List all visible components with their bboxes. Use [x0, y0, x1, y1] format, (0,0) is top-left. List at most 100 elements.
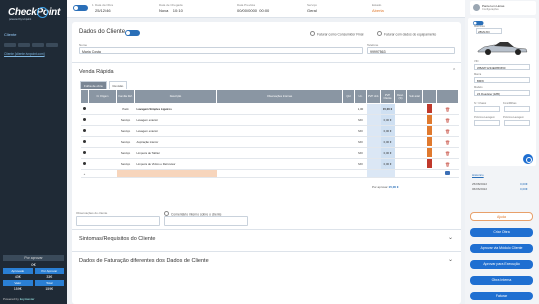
cell-client-price[interactable]: 0,00 € [380, 125, 395, 137]
cell-internal-notes[interactable] [216, 147, 343, 159]
new-row-cell[interactable] [422, 169, 437, 178]
cell-description[interactable]: Lavagem exterior [134, 114, 217, 126]
new-row-cell[interactable] [436, 169, 459, 178]
radio-final-consumer[interactable]: Faturar como Consumidor Final [310, 31, 363, 37]
cell-client-price[interactable]: 0,00 € [380, 147, 395, 159]
pick-item-button[interactable] [445, 171, 450, 175]
sector-field[interactable]: Serviço Geral [307, 3, 317, 13]
history-link[interactable]: Histórico [472, 173, 484, 177]
cell-internal-notes[interactable] [216, 103, 343, 115]
invoice-button[interactable]: Faturar [470, 292, 533, 300]
cell-quantity[interactable] [342, 136, 355, 148]
billing-section[interactable]: Dados de Faturação diferentes dos Dados … [72, 251, 461, 269]
delete-row-icon[interactable]: 🗑 [445, 140, 450, 145]
cell-internal-notes[interactable] [216, 158, 343, 170]
sidebar-client-link[interactable]: Cliente [cliente.ivnpoint.com] [4, 52, 45, 56]
client-toggle[interactable] [125, 30, 140, 36]
app-logo[interactable]: CheckPoint powered by ivnpoint [6, 4, 61, 24]
table-row[interactable]: Serviço Lavagem exterior MO 0,00 € 🗑 [80, 114, 459, 126]
radio-equipment-data[interactable]: Faturar com dados do equipamento [377, 31, 436, 37]
delete-row-icon[interactable]: 🗑 [445, 151, 450, 156]
expected-date-field[interactable]: Data Prevista 00/00/0000 00:00 [237, 3, 269, 13]
history-amount-2[interactable]: 0,00€ [520, 187, 528, 191]
vin-input[interactable]: WBA871234E0856650 [474, 64, 530, 70]
plate-input[interactable]: 28MLXD [476, 28, 502, 34]
delete-row-icon[interactable]: 🗑 [445, 129, 450, 134]
help-button[interactable]: Ajuda [470, 212, 533, 221]
table-row[interactable]: Serviço Limpeza de Vidros e Retrovisor MO 0… [80, 158, 459, 170]
cell-quantity[interactable] [342, 103, 355, 115]
chassis-input[interactable] [474, 106, 500, 112]
delete-row-icon[interactable]: 🗑 [445, 118, 450, 123]
row-status-dot [83, 162, 86, 165]
new-row-cell[interactable] [342, 169, 355, 178]
symptoms-expand-icon[interactable]: ⌄ [448, 234, 453, 241]
user-settings-link[interactable]: Configurações [482, 8, 499, 11]
cell-description[interactable]: Limpeza de Vidros e Retrovisor [134, 158, 217, 170]
new-row-cell[interactable] [366, 169, 381, 178]
document-toggle[interactable] [73, 5, 88, 11]
sidebar-button-3[interactable] [32, 43, 44, 47]
delete-row-icon[interactable]: 🗑 [445, 107, 450, 112]
status-field[interactable]: Estado Aberta [372, 3, 384, 13]
cell-description[interactable]: Limpeza de Tablier [134, 147, 217, 159]
cell-client-price[interactable]: 15,00 € [380, 103, 395, 115]
new-row-cell[interactable] [394, 169, 407, 178]
brand-input[interactable]: BMW [474, 77, 530, 83]
approve-execution-button[interactable]: Aprovar para Execução [470, 260, 533, 269]
doc-date-field[interactable]: Data da Obra 25/12/46 [95, 3, 113, 13]
model-input[interactable]: Z4 Roadster (E85) [474, 90, 530, 96]
cell-internal-notes[interactable] [216, 136, 343, 148]
new-row-cell[interactable] [134, 169, 217, 178]
cell-internal-notes[interactable] [216, 125, 343, 137]
client-phone-input[interactable]: 99997563 [367, 47, 455, 54]
new-row-cell[interactable] [216, 169, 343, 178]
quick-sale-collapse-icon[interactable]: ⌃ [452, 68, 456, 74]
internal-comment-input[interactable] [164, 216, 248, 226]
new-row[interactable]: + [80, 169, 459, 178]
new-row-cell[interactable]: + [80, 169, 89, 178]
add-row-icon[interactable]: + [84, 172, 86, 176]
new-row-cell[interactable] [354, 169, 367, 178]
next-wash-input[interactable] [474, 120, 500, 126]
cell-client-price[interactable]: 0,00 € [380, 114, 395, 126]
cell-description[interactable]: Aspiração interior [134, 136, 217, 148]
next-wash-input-2[interactable] [504, 120, 530, 126]
origin-field[interactable]: Data de Chegada Nova 10:10 [159, 3, 183, 13]
billing-expand-icon[interactable]: ⌄ [448, 256, 453, 263]
payment-summary: Por aprovar 0€ Aprovado 43€ Por Aprovar … [0, 255, 67, 292]
new-row-cell[interactable] [406, 169, 423, 178]
table-row[interactable]: Serviço Aspiração interior MO 0,00 € 🗑 [80, 136, 459, 148]
delete-row-icon[interactable]: 🗑 [445, 162, 450, 167]
cell-unit-price [366, 136, 381, 148]
client-name-input[interactable]: Maria Costa [79, 47, 363, 54]
create-work-button[interactable]: Criar Obra [470, 228, 533, 237]
cell-client-price[interactable]: 0,00 € [380, 136, 395, 148]
cell-quantity[interactable] [342, 158, 355, 170]
kms-input[interactable] [504, 106, 530, 112]
sidebar-button-4[interactable] [46, 43, 58, 47]
cell-client-price[interactable]: 0,00 € [380, 158, 395, 170]
new-row-cell[interactable] [380, 169, 395, 178]
history-amount-1[interactable]: 0,00€ [520, 182, 528, 186]
table-row[interactable]: Serviço Limpeza de Tablier MO 0,00 € 🗑 [80, 147, 459, 159]
sidebar-button-2[interactable] [18, 43, 30, 47]
approve-client-module-button[interactable]: Aprovar via Módulo Cliente [470, 244, 533, 253]
table-row[interactable]: Serviço Lavagem exterior MO 0,00 € 🗑 [80, 125, 459, 137]
cell-description[interactable]: Lavagem Simples Ligeiros [134, 103, 217, 115]
cell-quantity[interactable] [342, 147, 355, 159]
cell-quantity[interactable] [342, 125, 355, 137]
client-observations-input[interactable] [76, 216, 160, 226]
internal-work-button[interactable]: Obra Interna [470, 276, 533, 285]
floating-action-button[interactable] [521, 152, 535, 166]
cell-unit: 1,00 [354, 103, 367, 115]
user-box[interactable]: Parcel em Horas Configurações [470, 1, 536, 15]
new-row-cell[interactable] [88, 169, 117, 178]
symptoms-section[interactable]: Sintomas/Requisitos do Cliente ⌄ [72, 229, 461, 247]
cell-internal-notes[interactable] [216, 114, 343, 126]
cell-quantity[interactable] [342, 114, 355, 126]
cell-description[interactable]: Lavagem exterior [134, 125, 217, 137]
new-row-cell[interactable] [116, 169, 135, 178]
table-row[interactable]: Pack Lavagem Simples Ligeiros 1,00 15,00 € 🗑 [80, 103, 459, 115]
sidebar-button-1[interactable] [4, 43, 16, 47]
